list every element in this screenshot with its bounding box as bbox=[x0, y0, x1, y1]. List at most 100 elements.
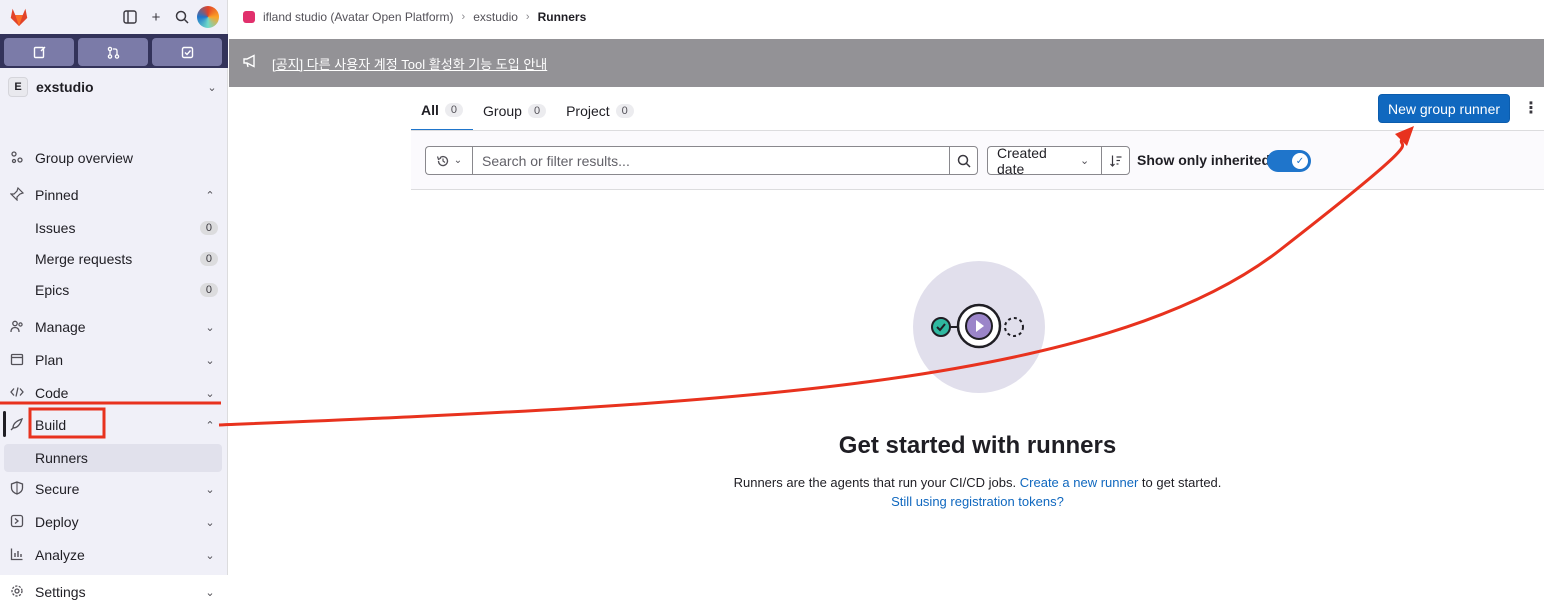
show-inherited-label: Show only inherited bbox=[1137, 152, 1271, 168]
search-submit-button[interactable] bbox=[949, 146, 978, 175]
recent-searches-button[interactable]: ⌄ bbox=[425, 146, 472, 175]
sidebar-item-label: Group overview bbox=[35, 150, 134, 166]
broadcast-banner: [공지] 다른 사용자 계정 Tool 활성화 기능 도입 안내 bbox=[229, 39, 1544, 87]
project-switcher[interactable]: E exstudio ⌄ bbox=[0, 72, 228, 102]
tab-label: Project bbox=[566, 103, 610, 119]
empty-state-text-suffix: to get started. bbox=[1141, 475, 1222, 490]
sidebar-item-build[interactable]: Build ⌃ bbox=[4, 411, 222, 439]
chevron-up-icon: ⌃ bbox=[205, 419, 215, 432]
gitlab-logo-icon[interactable] bbox=[8, 6, 30, 28]
sort-direction-button[interactable] bbox=[1101, 146, 1130, 175]
sidebar: + E exstudio ⌄ Group overview Pinned ⌃ I… bbox=[0, 0, 228, 600]
sidebar-item-label: Settings bbox=[35, 584, 86, 600]
sidebar-item-label: Plan bbox=[35, 352, 64, 368]
sidebar-item-epics[interactable]: Epics 0 bbox=[4, 276, 222, 304]
sidebar-item-secure[interactable]: Secure ⌄ bbox=[4, 475, 222, 503]
sidebar-item-label: Issues bbox=[35, 220, 76, 236]
sidebar-item-analyze[interactable]: Analyze ⌄ bbox=[4, 541, 222, 569]
sidebar-item-merge-requests[interactable]: Merge requests 0 bbox=[4, 245, 222, 273]
sort-dropdown[interactable]: Created date ⌄ bbox=[987, 144, 1102, 177]
chart-icon bbox=[8, 547, 26, 564]
chevron-right-icon: › bbox=[525, 11, 530, 23]
active-nav-indicator bbox=[3, 411, 6, 437]
gear-icon bbox=[8, 584, 26, 601]
issues-shortcut-icon[interactable] bbox=[4, 38, 74, 66]
sidebar-item-issues[interactable]: Issues 0 bbox=[4, 214, 222, 242]
sidebar-item-label: Manage bbox=[35, 319, 86, 335]
tab-project[interactable]: Project 0 bbox=[556, 91, 644, 131]
count-badge: 0 bbox=[199, 252, 218, 266]
group-icon bbox=[8, 150, 26, 167]
more-actions-icon[interactable]: ⋮ bbox=[1523, 96, 1539, 120]
tab-label: All bbox=[421, 102, 439, 118]
sidebar-item-label: Secure bbox=[35, 481, 80, 497]
sidebar-item-plan[interactable]: Plan ⌄ bbox=[4, 346, 222, 374]
user-avatar[interactable] bbox=[197, 6, 219, 28]
search-icon bbox=[957, 154, 971, 168]
megaphone-icon bbox=[242, 53, 262, 73]
check-icon: ✓ bbox=[1292, 153, 1308, 169]
chevron-down-icon: ⌄ bbox=[205, 586, 215, 599]
sidebar-item-deploy[interactable]: Deploy ⌄ bbox=[4, 508, 222, 536]
chevron-down-icon: ⌄ bbox=[205, 516, 215, 529]
runners-illustration bbox=[913, 261, 1045, 393]
chevron-down-icon: ⌄ bbox=[1080, 155, 1090, 167]
search-input[interactable] bbox=[472, 146, 950, 175]
users-icon bbox=[8, 319, 26, 336]
empty-state-text: Runners are the agents that run your CI/… bbox=[733, 475, 1017, 490]
code-icon bbox=[8, 385, 26, 402]
chevron-right-icon: › bbox=[461, 11, 466, 23]
sidebar-item-settings[interactable]: Settings ⌄ bbox=[4, 578, 222, 606]
runner-type-tabs: All 0 Group 0 Project 0 bbox=[411, 91, 644, 131]
registration-tokens-row: Still using registration tokens? bbox=[411, 494, 1544, 509]
sidebar-item-label: Epics bbox=[35, 282, 70, 298]
tab-group[interactable]: Group 0 bbox=[473, 91, 556, 131]
tab-label: Group bbox=[483, 103, 522, 119]
sidebar-item-label: Merge requests bbox=[35, 251, 133, 267]
create-runner-link[interactable]: Create a new runner bbox=[1020, 475, 1139, 490]
sidebar-item-label: Deploy bbox=[35, 514, 79, 530]
chevron-down-icon: ⌄ bbox=[453, 155, 463, 166]
chevron-up-icon: ⌃ bbox=[205, 189, 215, 202]
breadcrumb-item-group[interactable]: ifland studio (Avatar Open Platform) bbox=[263, 10, 454, 24]
collapse-sidebar-icon[interactable] bbox=[117, 4, 143, 30]
filter-bar: ⌄ Created date ⌄ Show only inherited ✓ bbox=[411, 131, 1544, 190]
sort-label: Created date bbox=[997, 144, 1047, 177]
new-group-runner-button[interactable]: New group runner bbox=[1378, 94, 1510, 123]
rocket-icon bbox=[8, 417, 26, 434]
tab-count: 0 bbox=[615, 104, 634, 118]
sidebar-item-runners[interactable]: Runners bbox=[4, 444, 222, 472]
chevron-down-icon: ⌄ bbox=[205, 387, 215, 400]
chevron-down-icon: ⌄ bbox=[205, 483, 215, 496]
deploy-icon bbox=[8, 514, 26, 531]
sidebar-item-pinned[interactable]: Pinned ⌃ bbox=[4, 181, 222, 209]
breadcrumb-item-subgroup[interactable]: exstudio bbox=[473, 10, 518, 24]
breadcrumb-item-current[interactable]: Runners bbox=[538, 10, 587, 24]
tab-count: 0 bbox=[527, 104, 547, 118]
count-badge: 0 bbox=[199, 221, 218, 235]
sidebar-item-group-overview[interactable]: Group overview bbox=[4, 144, 222, 172]
sidebar-item-manage[interactable]: Manage ⌄ bbox=[4, 313, 222, 341]
sidebar-quick-tabs bbox=[0, 36, 228, 68]
project-avatar: E bbox=[8, 77, 28, 97]
sidebar-item-label: Code bbox=[35, 385, 69, 401]
sidebar-item-code[interactable]: Code ⌄ bbox=[4, 379, 222, 407]
search-icon[interactable] bbox=[169, 4, 195, 30]
chevron-down-icon: ⌄ bbox=[207, 81, 217, 94]
sidebar-item-label: Build bbox=[35, 417, 67, 433]
sidebar-item-label: Analyze bbox=[35, 547, 85, 563]
registration-tokens-link[interactable]: Still using registration tokens? bbox=[891, 494, 1064, 509]
banner-link[interactable]: [공지] 다른 사용자 계정 Tool 활성화 기능 도입 안내 bbox=[272, 54, 547, 73]
todo-shortcut-icon[interactable] bbox=[152, 38, 222, 66]
history-icon bbox=[436, 155, 448, 166]
plus-icon[interactable]: + bbox=[143, 4, 169, 30]
merge-requests-shortcut-icon[interactable] bbox=[78, 38, 148, 66]
show-inherited-toggle[interactable]: ✓ bbox=[1267, 150, 1311, 172]
chevron-down-icon: ⌄ bbox=[205, 321, 215, 334]
sidebar-header: + bbox=[0, 0, 227, 34]
project-name: exstudio bbox=[36, 79, 94, 95]
sort-lowest-icon bbox=[1109, 155, 1121, 167]
pin-icon bbox=[8, 186, 26, 204]
tab-all[interactable]: All 0 bbox=[411, 91, 474, 131]
group-avatar-icon bbox=[243, 11, 255, 23]
